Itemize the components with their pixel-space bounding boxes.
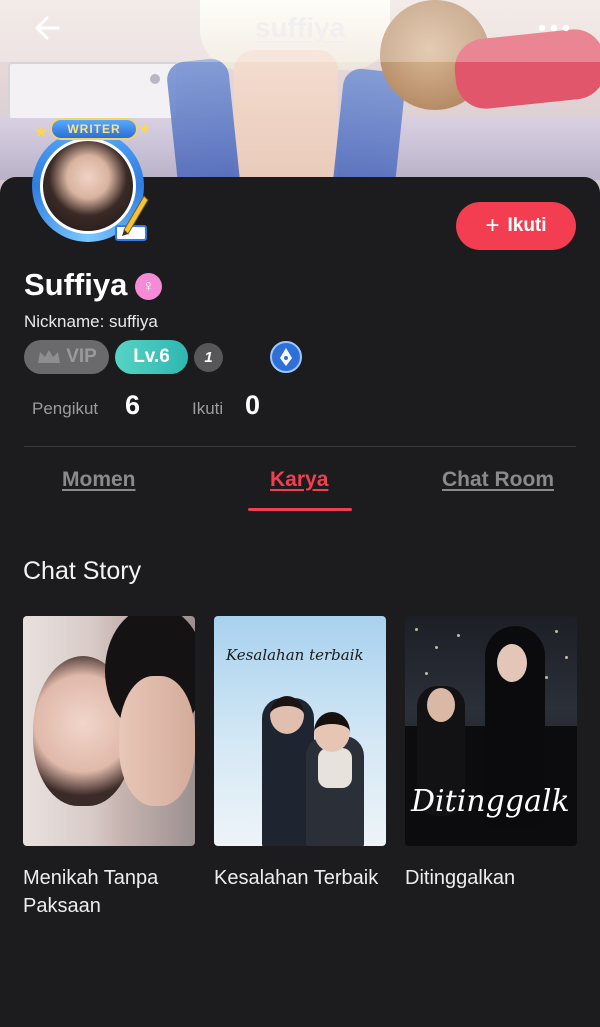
badge-row: VIP Lv.6 1 bbox=[24, 340, 324, 374]
following-count[interactable]: 0 bbox=[245, 390, 260, 421]
following-label[interactable]: Ikuti bbox=[192, 399, 223, 419]
vip-badge[interactable]: VIP bbox=[24, 340, 109, 374]
page-title: suffiya bbox=[254, 12, 346, 43]
story-title[interactable]: Kesalahan Terbaik bbox=[214, 864, 386, 892]
banner-sock-left bbox=[165, 57, 241, 193]
plus-icon: + bbox=[485, 212, 500, 239]
section-title: Chat Story bbox=[23, 557, 142, 585]
followers-count[interactable]: 6 bbox=[125, 390, 140, 421]
tab-chat-room[interactable]: Chat Room bbox=[442, 468, 554, 492]
story-card[interactable]: Kesalahan terbaik Kesalahan Terbaik bbox=[214, 616, 386, 892]
follow-stats: Pengikut 6 Ikuti 0 bbox=[32, 390, 432, 426]
female-gender-icon: ♀ bbox=[135, 273, 162, 300]
level-badge[interactable]: Lv.6 bbox=[115, 340, 188, 374]
story-title[interactable]: Menikah Tanpa Paksaan bbox=[23, 864, 195, 920]
crown-icon bbox=[38, 350, 61, 363]
story-title[interactable]: Ditinggalkan bbox=[405, 864, 577, 892]
follow-button[interactable]: + Ikuti bbox=[456, 202, 576, 250]
story-cover[interactable]: Kesalahan terbaik bbox=[214, 616, 386, 846]
followers-label[interactable]: Pengikut bbox=[32, 399, 98, 419]
writer-badge: WRITER bbox=[50, 118, 138, 140]
medal-count-badge[interactable]: 1 bbox=[194, 343, 223, 372]
profile-tabs: Momen Karya Chat Room bbox=[0, 460, 600, 516]
avatar[interactable]: WRITER ★ ★ bbox=[28, 118, 156, 246]
story-cover[interactable] bbox=[23, 616, 195, 846]
banner-cabinet bbox=[8, 62, 178, 120]
tab-momen[interactable]: Momen bbox=[62, 468, 136, 492]
banner-legs bbox=[234, 50, 338, 190]
quill-pen-icon bbox=[115, 195, 149, 241]
story-card[interactable]: Menikah Tanpa Paksaan bbox=[23, 616, 195, 920]
story-cover-text: Kesalahan terbaik bbox=[226, 646, 364, 664]
story-list: Menikah Tanpa Paksaan Kesalahan terbaik … bbox=[23, 616, 583, 936]
star-icon: ★ bbox=[34, 124, 49, 141]
story-cover-text: Ditinggalk bbox=[411, 784, 570, 819]
active-tab-indicator bbox=[248, 508, 352, 511]
follow-button-label: Ikuti bbox=[507, 215, 547, 236]
top-bar: suffiya bbox=[0, 0, 600, 56]
story-card[interactable]: Ditinggalk Ditinggalkan bbox=[405, 616, 577, 892]
more-options-button[interactable] bbox=[534, 16, 574, 40]
more-horizontal-icon bbox=[538, 24, 570, 32]
divider bbox=[24, 446, 576, 447]
vip-label: VIP bbox=[66, 346, 97, 367]
user-display-name: Suffiya bbox=[24, 267, 128, 302]
tab-karya[interactable]: Karya bbox=[270, 468, 328, 492]
story-cover[interactable]: Ditinggalk bbox=[405, 616, 577, 846]
writer-pen-badge-icon[interactable] bbox=[270, 341, 302, 373]
star-icon: ★ bbox=[138, 120, 151, 136]
nickname-text: Nickname: suffiya bbox=[24, 312, 158, 331]
